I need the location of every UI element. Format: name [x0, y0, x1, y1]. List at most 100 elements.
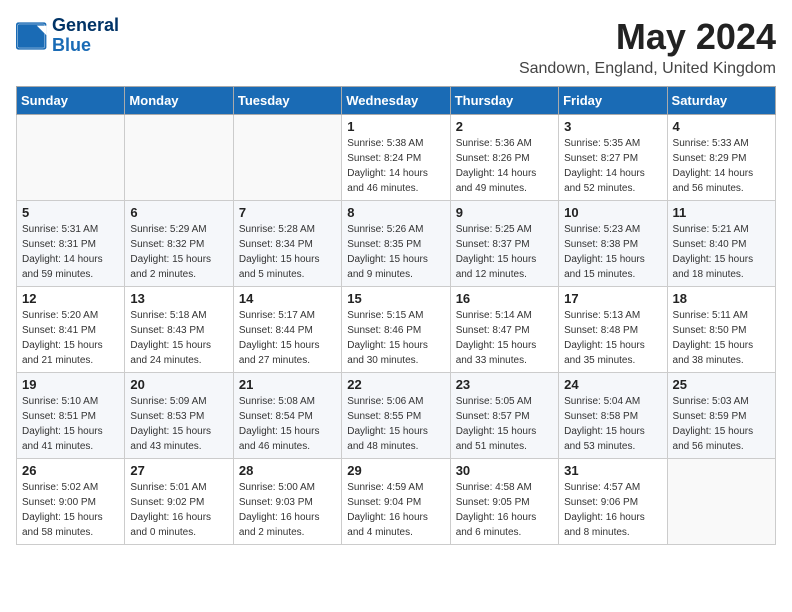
day-number: 4 — [673, 119, 770, 134]
day-number: 11 — [673, 205, 770, 220]
calendar-cell: 2 Sunrise: 5:36 AM Sunset: 8:26 PM Daylig… — [450, 115, 558, 201]
title-area: May 2024 Sandown, England, United Kingdo… — [519, 16, 776, 78]
day-number: 3 — [564, 119, 661, 134]
calendar-cell: 19 Sunrise: 5:10 AM Sunset: 8:51 PM Dayli… — [17, 373, 125, 459]
day-number: 26 — [22, 463, 119, 478]
day-info: Sunrise: 4:57 AM Sunset: 9:06 PM Dayligh… — [564, 480, 661, 540]
calendar-week-row: 1 Sunrise: 5:38 AM Sunset: 8:24 PM Daylig… — [17, 115, 776, 201]
day-number: 7 — [239, 205, 336, 220]
weekday-header-sunday: Sunday — [17, 87, 125, 115]
calendar-cell: 14Sunrise: 5:17 AM Sunset: 8:44 PM Dayli… — [233, 287, 341, 373]
day-info: Sunrise: 5:23 AM Sunset: 8:38 PM Dayligh… — [564, 222, 661, 282]
day-number: 2 — [456, 119, 553, 134]
weekday-header-wednesday: Wednesday — [342, 87, 450, 115]
day-number: 27 — [130, 463, 227, 478]
calendar-cell: 27 Sunrise: 5:01 AM Sunset: 9:02 PM Dayli… — [125, 459, 233, 545]
calendar-cell: 3 Sunrise: 5:35 AM Sunset: 8:27 PM Daylig… — [559, 115, 667, 201]
calendar-cell — [17, 115, 125, 201]
calendar-cell: 10 Sunrise: 5:23 AM Sunset: 8:38 PM Dayli… — [559, 201, 667, 287]
weekday-header-tuesday: Tuesday — [233, 87, 341, 115]
day-number: 5 — [22, 205, 119, 220]
day-info: Sunrise: 5:04 AM Sunset: 8:58 PM Dayligh… — [564, 394, 661, 454]
calendar-cell: 13 Sunrise: 5:18 AM Sunset: 8:43 PM Dayli… — [125, 287, 233, 373]
calendar-cell: 18Sunrise: 5:11 AM Sunset: 8:50 PM Dayli… — [667, 287, 775, 373]
day-number: 15 — [347, 291, 444, 306]
day-number: 17 — [564, 291, 661, 306]
day-info: Sunrise: 5:01 AM Sunset: 9:02 PM Dayligh… — [130, 480, 227, 540]
day-info: Sunrise: 5:31 AM Sunset: 8:31 PM Dayligh… — [22, 222, 119, 282]
day-number: 20 — [130, 377, 227, 392]
day-number: 31 — [564, 463, 661, 478]
calendar-cell: 9Sunrise: 5:25 AM Sunset: 8:37 PM Daylig… — [450, 201, 558, 287]
page-header: General Blue May 2024 Sandown, England, … — [16, 16, 776, 78]
calendar-cell: 8 Sunrise: 5:26 AM Sunset: 8:35 PM Daylig… — [342, 201, 450, 287]
day-info: Sunrise: 5:18 AM Sunset: 8:43 PM Dayligh… — [130, 308, 227, 368]
day-info: Sunrise: 5:10 AM Sunset: 8:51 PM Dayligh… — [22, 394, 119, 454]
calendar-week-row: 5 Sunrise: 5:31 AM Sunset: 8:31 PM Daylig… — [17, 201, 776, 287]
calendar-cell: 21Sunrise: 5:08 AM Sunset: 8:54 PM Dayli… — [233, 373, 341, 459]
calendar-cell: 22 Sunrise: 5:06 AM Sunset: 8:55 PM Dayli… — [342, 373, 450, 459]
calendar-cell: 25 Sunrise: 5:03 AM Sunset: 8:59 PM Dayli… — [667, 373, 775, 459]
day-info: Sunrise: 5:25 AM Sunset: 8:37 PM Dayligh… — [456, 222, 553, 282]
calendar-header-row: SundayMondayTuesdayWednesdayThursdayFrid… — [17, 87, 776, 115]
calendar-cell: 12Sunrise: 5:20 AM Sunset: 8:41 PM Dayli… — [17, 287, 125, 373]
calendar-week-row: 26Sunrise: 5:02 AM Sunset: 9:00 PM Dayli… — [17, 459, 776, 545]
day-number: 19 — [22, 377, 119, 392]
day-number: 1 — [347, 119, 444, 134]
logo-text: General Blue — [52, 16, 119, 56]
calendar-cell: 6 Sunrise: 5:29 AM Sunset: 8:32 PM Daylig… — [125, 201, 233, 287]
day-info: Sunrise: 4:59 AM Sunset: 9:04 PM Dayligh… — [347, 480, 444, 540]
logo: General Blue — [16, 16, 119, 56]
day-info: Sunrise: 5:14 AM Sunset: 8:47 PM Dayligh… — [456, 308, 553, 368]
calendar-cell: 30 Sunrise: 4:58 AM Sunset: 9:05 PM Dayli… — [450, 459, 558, 545]
logo-icon — [16, 22, 48, 50]
month-title: May 2024 — [519, 16, 776, 58]
day-number: 22 — [347, 377, 444, 392]
day-info: Sunrise: 5:38 AM Sunset: 8:24 PM Dayligh… — [347, 136, 444, 196]
day-number: 25 — [673, 377, 770, 392]
day-number: 6 — [130, 205, 227, 220]
day-info: Sunrise: 5:03 AM Sunset: 8:59 PM Dayligh… — [673, 394, 770, 454]
day-info: Sunrise: 5:13 AM Sunset: 8:48 PM Dayligh… — [564, 308, 661, 368]
day-info: Sunrise: 5:06 AM Sunset: 8:55 PM Dayligh… — [347, 394, 444, 454]
calendar-cell: 17 Sunrise: 5:13 AM Sunset: 8:48 PM Dayli… — [559, 287, 667, 373]
day-info: Sunrise: 5:29 AM Sunset: 8:32 PM Dayligh… — [130, 222, 227, 282]
calendar-cell: 23Sunrise: 5:05 AM Sunset: 8:57 PM Dayli… — [450, 373, 558, 459]
day-number: 12 — [22, 291, 119, 306]
calendar-cell: 1 Sunrise: 5:38 AM Sunset: 8:24 PM Daylig… — [342, 115, 450, 201]
day-number: 29 — [347, 463, 444, 478]
weekday-header-saturday: Saturday — [667, 87, 775, 115]
day-number: 18 — [673, 291, 770, 306]
day-info: Sunrise: 5:26 AM Sunset: 8:35 PM Dayligh… — [347, 222, 444, 282]
day-info: Sunrise: 5:05 AM Sunset: 8:57 PM Dayligh… — [456, 394, 553, 454]
day-number: 14 — [239, 291, 336, 306]
calendar-cell: 26Sunrise: 5:02 AM Sunset: 9:00 PM Dayli… — [17, 459, 125, 545]
calendar-cell: 11Sunrise: 5:21 AM Sunset: 8:40 PM Dayli… — [667, 201, 775, 287]
calendar-cell — [125, 115, 233, 201]
day-number: 10 — [564, 205, 661, 220]
weekday-header-thursday: Thursday — [450, 87, 558, 115]
day-number: 8 — [347, 205, 444, 220]
day-info: Sunrise: 5:33 AM Sunset: 8:29 PM Dayligh… — [673, 136, 770, 196]
calendar-cell — [667, 459, 775, 545]
calendar-cell: 28 Sunrise: 5:00 AM Sunset: 9:03 PM Dayli… — [233, 459, 341, 545]
day-info: Sunrise: 5:15 AM Sunset: 8:46 PM Dayligh… — [347, 308, 444, 368]
day-info: Sunrise: 5:35 AM Sunset: 8:27 PM Dayligh… — [564, 136, 661, 196]
day-number: 30 — [456, 463, 553, 478]
day-number: 16 — [456, 291, 553, 306]
day-number: 28 — [239, 463, 336, 478]
day-info: Sunrise: 5:36 AM Sunset: 8:26 PM Dayligh… — [456, 136, 553, 196]
calendar-cell: 31 Sunrise: 4:57 AM Sunset: 9:06 PM Dayli… — [559, 459, 667, 545]
day-info: Sunrise: 5:08 AM Sunset: 8:54 PM Dayligh… — [239, 394, 336, 454]
day-info: Sunrise: 4:58 AM Sunset: 9:05 PM Dayligh… — [456, 480, 553, 540]
day-number: 24 — [564, 377, 661, 392]
day-number: 13 — [130, 291, 227, 306]
calendar-cell: 20Sunrise: 5:09 AM Sunset: 8:53 PM Dayli… — [125, 373, 233, 459]
calendar-cell: 5 Sunrise: 5:31 AM Sunset: 8:31 PM Daylig… — [17, 201, 125, 287]
calendar-table: SundayMondayTuesdayWednesdayThursdayFrid… — [16, 86, 776, 545]
calendar-cell: 15 Sunrise: 5:15 AM Sunset: 8:46 PM Dayli… — [342, 287, 450, 373]
calendar-week-row: 19 Sunrise: 5:10 AM Sunset: 8:51 PM Dayli… — [17, 373, 776, 459]
weekday-header-monday: Monday — [125, 87, 233, 115]
day-info: Sunrise: 5:00 AM Sunset: 9:03 PM Dayligh… — [239, 480, 336, 540]
calendar-week-row: 12Sunrise: 5:20 AM Sunset: 8:41 PM Dayli… — [17, 287, 776, 373]
